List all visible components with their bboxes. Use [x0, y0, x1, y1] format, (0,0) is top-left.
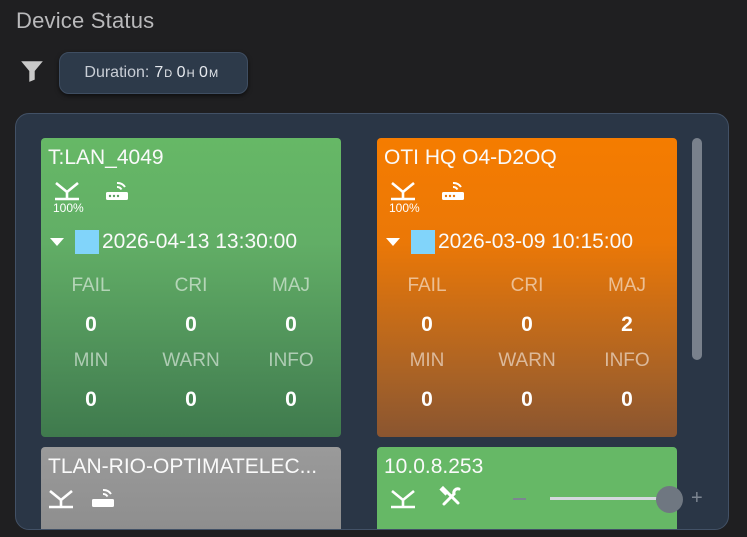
device-name: T:LAN_4049 — [48, 146, 164, 169]
device-card[interactable]: OTI HQ O4-D2OQ 100% 2026-03-09 10:15:00 … — [377, 138, 677, 437]
expand-caret-icon[interactable] — [50, 238, 64, 246]
duration-days-unit: D — [164, 68, 173, 80]
device-name: 10.0.8.253 — [384, 455, 484, 478]
label-info: INFO — [268, 350, 314, 371]
signal-icon — [49, 489, 73, 509]
label-min: MIN — [409, 350, 445, 371]
duration-label: Duration: — [84, 64, 150, 81]
device-card[interactable]: TLAN-RIO-OPTIMATELEC... — [41, 447, 341, 529]
device-name: TLAN-RIO-OPTIMATELEC... — [48, 455, 318, 478]
zoom-out-icon[interactable] — [513, 498, 526, 500]
device-card[interactable]: T:LAN_4049 100% 2026-04-13 13:30:00 FAIL… — [41, 138, 341, 437]
expand-caret-icon[interactable] — [386, 238, 400, 246]
filter-icon[interactable] — [19, 58, 45, 84]
signal-percent: 100% — [53, 201, 84, 215]
count-maj: 0 — [285, 313, 297, 336]
label-warn: WARN — [498, 350, 556, 371]
label-maj: MAJ — [608, 275, 646, 296]
page-title: Device Status — [16, 8, 155, 33]
label-cri: CRI — [174, 275, 208, 296]
router-icon — [442, 182, 464, 200]
duration-hours: 0 — [176, 64, 186, 81]
color-swatch — [411, 230, 435, 254]
router-icon — [92, 489, 114, 507]
count-info: 0 — [285, 388, 297, 411]
label-warn: WARN — [162, 350, 220, 371]
label-min: MIN — [73, 350, 109, 371]
count-fail: 0 — [421, 313, 433, 336]
zoom-track[interactable] — [550, 497, 670, 500]
label-cri: CRI — [510, 275, 544, 296]
count-cri: 0 — [185, 313, 197, 336]
zoom-slider[interactable]: + — [513, 484, 708, 514]
label-fail: FAIL — [407, 275, 447, 296]
device-name: OTI HQ O4-D2OQ — [384, 146, 557, 169]
count-info: 0 — [621, 388, 633, 411]
signal-icon — [55, 181, 79, 201]
count-warn: 0 — [185, 388, 197, 411]
label-info: INFO — [604, 350, 650, 371]
scrollbar[interactable] — [692, 138, 702, 360]
last-update: 2026-04-13 13:30:00 — [102, 230, 297, 253]
duration-chip[interactable]: Duration: 7D 0H 0M — [59, 52, 248, 94]
router-icon — [106, 182, 128, 200]
count-fail: 0 — [85, 313, 97, 336]
signal-percent: 100% — [389, 201, 420, 215]
label-fail: FAIL — [71, 275, 111, 296]
count-warn: 0 — [521, 388, 533, 411]
count-cri: 0 — [521, 313, 533, 336]
duration-hours-unit: H — [186, 68, 196, 80]
count-maj: 2 — [621, 313, 633, 336]
zoom-thumb[interactable] — [656, 486, 683, 513]
device-panel: T:LAN_4049 100% 2026-04-13 13:30:00 FAIL… — [15, 113, 729, 530]
count-min: 0 — [421, 388, 433, 411]
tools-icon — [439, 485, 461, 506]
date-row: 2026-04-13 13:30:00 — [50, 230, 297, 254]
count-min: 0 — [85, 388, 97, 411]
date-row: 2026-03-09 10:15:00 — [386, 230, 633, 254]
duration-minutes-unit: M — [208, 68, 219, 80]
signal-icon — [391, 181, 415, 201]
label-maj: MAJ — [272, 275, 310, 296]
signal-icon — [391, 489, 415, 509]
duration-minutes: 0 — [199, 64, 208, 81]
color-swatch — [75, 230, 99, 254]
duration-days: 7 — [154, 64, 164, 81]
zoom-in-icon[interactable]: + — [691, 488, 703, 508]
last-update: 2026-03-09 10:15:00 — [438, 230, 633, 253]
